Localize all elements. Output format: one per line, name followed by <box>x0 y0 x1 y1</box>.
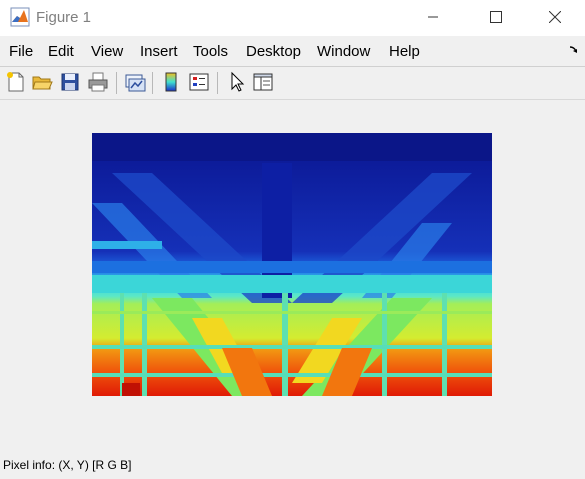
matlab-logo-icon <box>10 7 30 27</box>
open-file-button[interactable] <box>31 71 53 93</box>
menu-window[interactable]: Window <box>317 43 370 60</box>
window-title: Figure 1 <box>36 9 92 26</box>
arrow-icon[interactable] <box>568 44 580 56</box>
close-button[interactable] <box>532 0 578 36</box>
menu-tools[interactable]: Tools <box>193 43 228 60</box>
pointer-button[interactable] <box>226 71 248 93</box>
insert-legend-button[interactable] <box>188 71 210 93</box>
toolbar-separator <box>152 72 153 94</box>
property-inspector-button[interactable] <box>252 71 274 93</box>
new-figure-icon <box>7 72 24 92</box>
insert-colorbar-button[interactable] <box>160 71 182 93</box>
close-icon <box>549 11 561 23</box>
toolbar-separator <box>217 72 218 94</box>
insert-legend-icon <box>189 73 209 91</box>
menu-view[interactable]: View <box>91 43 123 60</box>
minimize-icon <box>428 16 438 18</box>
property-inspector-icon <box>253 73 273 91</box>
print-icon <box>88 72 108 92</box>
save-icon <box>61 73 79 91</box>
menu-help[interactable]: Help <box>389 43 420 60</box>
figure-image[interactable] <box>92 133 492 396</box>
pixel-info-text: Pixel info: (X, Y) [R G B] <box>3 458 132 472</box>
save-button[interactable] <box>59 71 81 93</box>
toolbar <box>0 67 585 100</box>
print-button[interactable] <box>87 71 109 93</box>
menu-insert[interactable]: Insert <box>140 43 178 60</box>
menu-file[interactable]: File <box>9 43 33 60</box>
new-figure-button[interactable] <box>5 71 27 93</box>
insert-colorbar-icon <box>165 72 177 92</box>
pointer-icon <box>231 71 245 92</box>
title-bar: Figure 1 <box>0 0 585 36</box>
link-plot-icon <box>125 74 146 92</box>
minimize-button[interactable] <box>410 0 456 36</box>
maximize-icon <box>490 11 502 23</box>
menu-desktop[interactable]: Desktop <box>246 43 301 60</box>
menu-bar: File Edit View Insert Tools Desktop Wind… <box>0 36 585 67</box>
toolbar-separator <box>116 72 117 94</box>
maximize-button[interactable] <box>473 0 519 36</box>
link-plot-button[interactable] <box>124 71 146 93</box>
menu-edit[interactable]: Edit <box>48 43 74 60</box>
open-file-icon <box>32 76 53 90</box>
